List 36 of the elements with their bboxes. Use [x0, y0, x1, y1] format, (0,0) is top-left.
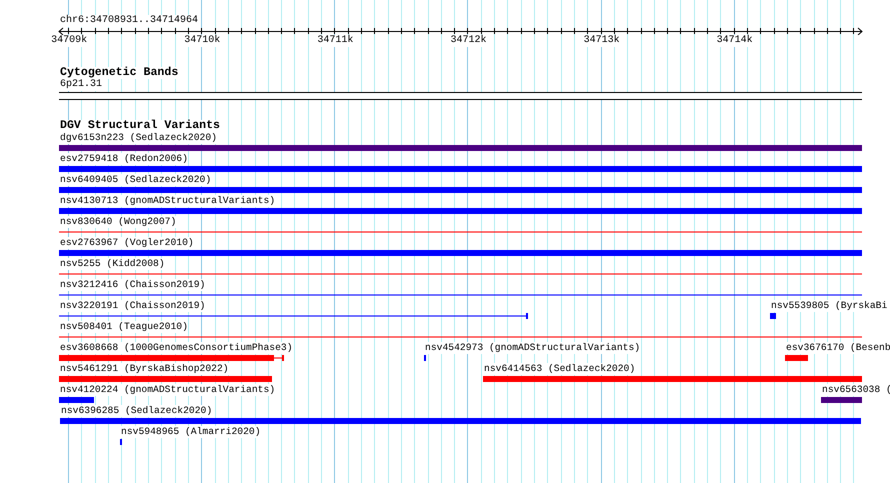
feature-label: esv3676170 (Besenb: [785, 342, 890, 354]
band-label: 6p21.31: [59, 79, 102, 91]
ruler-tick-label: 34711k: [317, 35, 354, 47]
feature-label: esv3608668 (1000GenomesConsortiumPhase3): [59, 342, 293, 354]
feature-label: esv2759418 (Redon2006): [59, 153, 188, 165]
feature-label: nsv5539805 (ByrskaBi: [770, 300, 888, 312]
feature-label: nsv6396285 (Sedlazeck2020): [60, 405, 212, 417]
feature-line[interactable]: [59, 313, 528, 319]
ruler-tick-label: 34710k: [184, 35, 220, 47]
feature-label: nsv4130713 (gnomADStructuralVariants): [59, 195, 276, 207]
feature-label: nsv4120224 (gnomADStructuralVariants): [59, 384, 276, 396]
feature-label: nsv508401 (Teague2010): [59, 321, 188, 333]
feature-label: nsv4542973 (gnomADStructuralVariants): [424, 342, 640, 354]
feature-label: dgv6153n223 (Sedlazeck2020): [59, 132, 217, 144]
feature-line[interactable]: [59, 271, 862, 277]
ruler-tick-label: 34713k: [584, 35, 620, 47]
feature-line[interactable]: [59, 229, 862, 235]
feature-label: nsv3220191 (Chaisson2019): [59, 300, 206, 312]
feature-label: esv2763967 (Vogler2010): [59, 237, 194, 249]
track-title: Cytogenetic Bands: [59, 67, 178, 79]
feature-label: nsv5255 (Kidd2008): [59, 258, 165, 270]
feature-label: nsv830640 (Wong2007): [59, 216, 176, 228]
feature-label: nsv6563038 (: [821, 384, 890, 396]
location-label: chr6:34708931..34714964: [59, 15, 198, 27]
feature-label: nsv5461291 (ByrskaBishop2022): [59, 363, 229, 375]
ruler-tick-label: 34712k: [450, 35, 486, 47]
feature-label: nsv5948965 (Almarri2020): [120, 426, 261, 438]
feature-line[interactable]: [59, 292, 862, 298]
feature-line[interactable]: [59, 334, 862, 340]
ruler-tick-label: 34709k: [51, 35, 88, 47]
feature-bar[interactable]: [59, 355, 284, 361]
track-title: DGV Structural Variants: [59, 120, 220, 132]
feature-label: nsv3212416 (Chaisson2019): [59, 279, 206, 291]
ruler-tick-label: 34714k: [716, 35, 753, 47]
feature-label: nsv6414563 (Sedlazeck2020): [483, 363, 636, 375]
feature-label: nsv6409405 (Sedlazeck2020): [59, 174, 212, 186]
